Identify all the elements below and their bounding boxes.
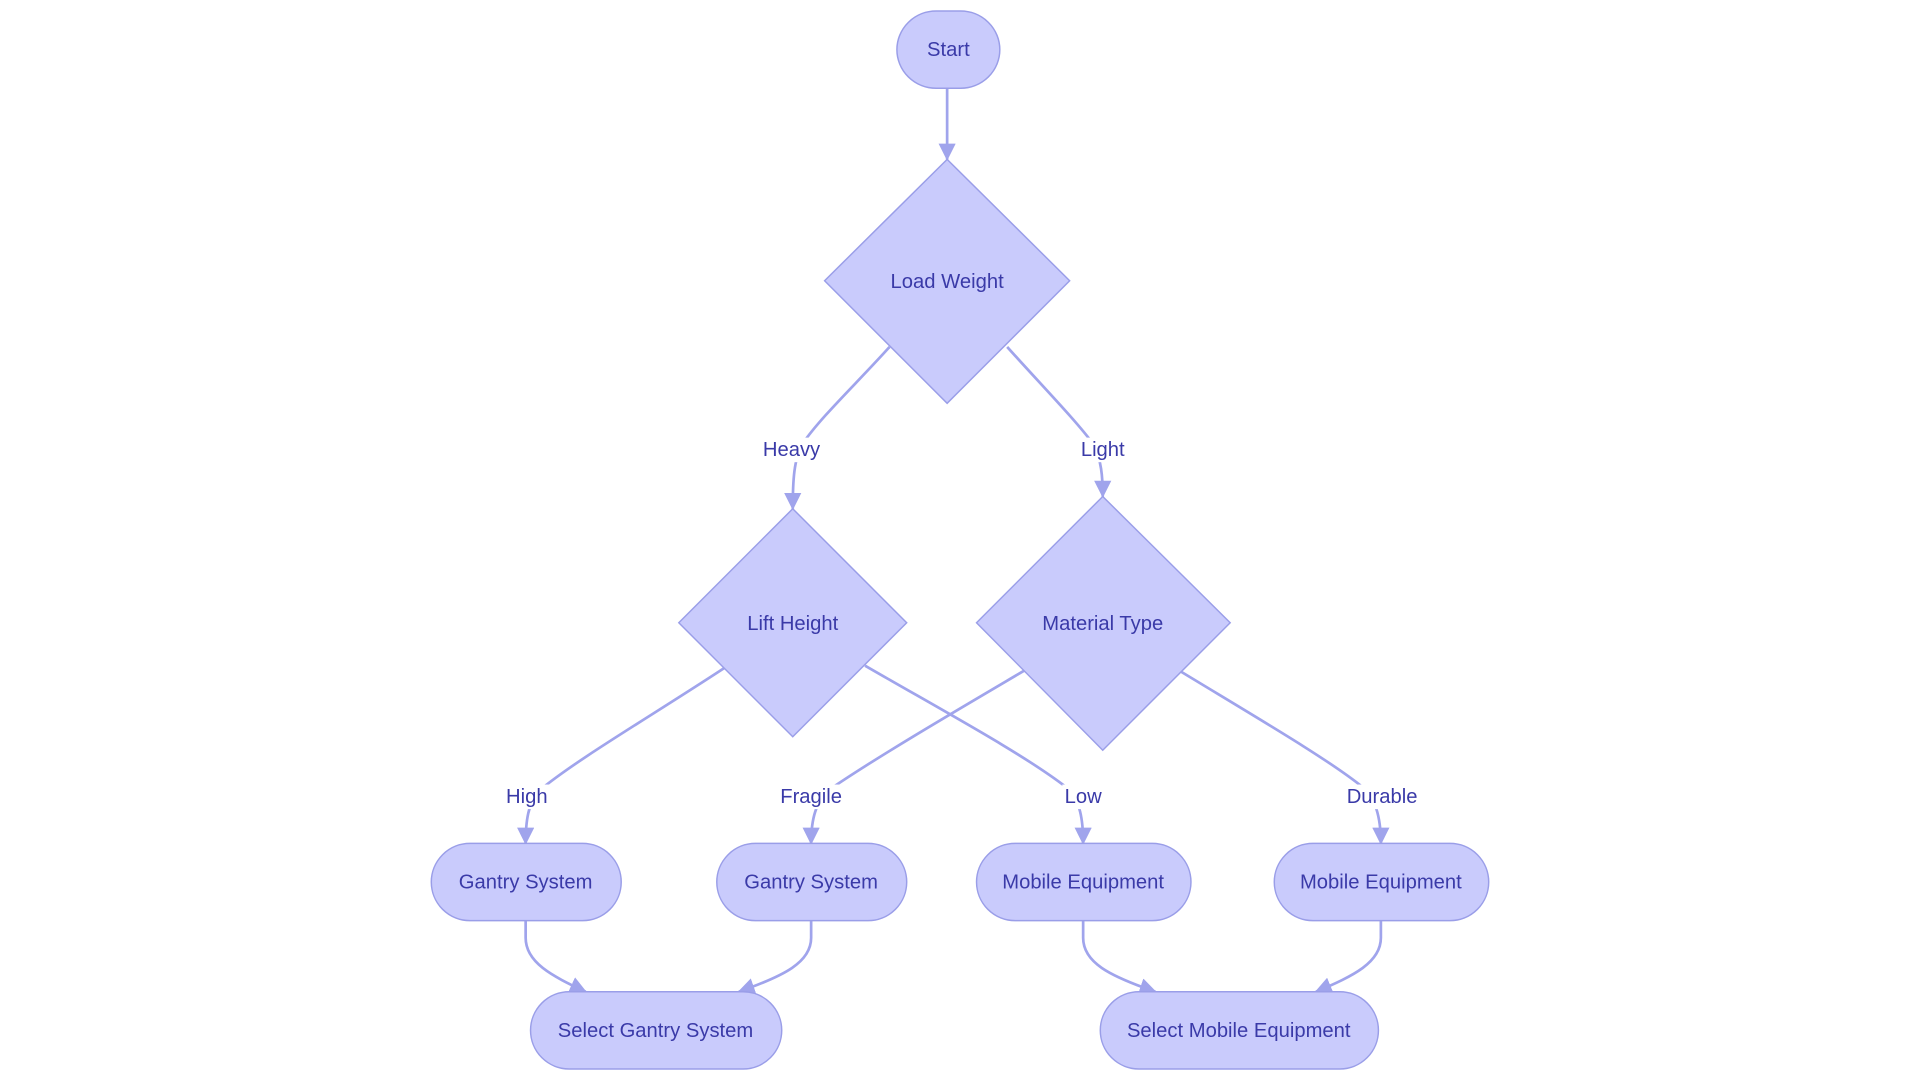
edge-label-high: High <box>506 786 548 808</box>
node-material-type-label: Material Type <box>1042 613 1163 635</box>
edge-label-light: Light <box>1081 439 1125 461</box>
node-mobile-equipment-1[interactable]: Mobile Equipment <box>975 842 1192 922</box>
edge-labels: Heavy Light High Fragile Low Durable <box>503 437 1419 810</box>
node-lift-height[interactable]: Lift Height <box>677 507 908 738</box>
edge-gantry-1-select-gantry <box>524 920 587 993</box>
node-material-type[interactable]: Material Type <box>975 495 1232 752</box>
node-load-weight[interactable]: Load Weight <box>823 158 1071 405</box>
node-lift-height-label: Lift Height <box>747 613 838 635</box>
edge-lift-height-high <box>517 666 725 845</box>
node-load-weight-label: Load Weight <box>891 271 1005 293</box>
edge-label-low: Low <box>1065 786 1102 808</box>
edge-mobile-2-select-mobile <box>1314 920 1383 994</box>
node-mobile-equipment-2[interactable]: Mobile Equipment <box>1273 842 1490 922</box>
node-start[interactable]: Start <box>896 10 1001 89</box>
node-select-mobile-equipment[interactable]: Select Mobile Equipment <box>1099 991 1380 1070</box>
node-mobile-equipment-2-label: Mobile Equipment <box>1300 872 1462 894</box>
node-select-gantry-system[interactable]: Select Gantry System <box>529 991 783 1070</box>
edge-label-fragile: Fragile <box>780 786 842 808</box>
node-gantry-system-2-label: Gantry System <box>744 872 878 894</box>
edge-label-durable: Durable <box>1347 786 1418 808</box>
node-gantry-system-1-label: Gantry System <box>459 872 593 894</box>
node-mobile-equipment-1-label: Mobile Equipment <box>1002 872 1164 894</box>
node-gantry-system-2[interactable]: Gantry System <box>716 842 908 922</box>
node-gantry-system-1[interactable]: Gantry System <box>430 842 622 922</box>
flowchart: Heavy Light High Fragile Low Durable Sta… <box>430 10 1490 1070</box>
edge-label-heavy: Heavy <box>763 439 821 461</box>
node-select-mobile-equipment-label: Select Mobile Equipment <box>1127 1020 1351 1042</box>
edge-material-type-durable <box>1180 670 1390 845</box>
edge-load-weight-material-type <box>1006 346 1112 498</box>
edge-mobile-1-select-mobile <box>1081 920 1157 995</box>
node-select-gantry-system-label: Select Gantry System <box>558 1020 753 1042</box>
edge-gantry-2-select-gantry <box>737 920 813 995</box>
node-start-label: Start <box>927 39 970 61</box>
edge-load-weight-lift-height <box>784 346 891 511</box>
